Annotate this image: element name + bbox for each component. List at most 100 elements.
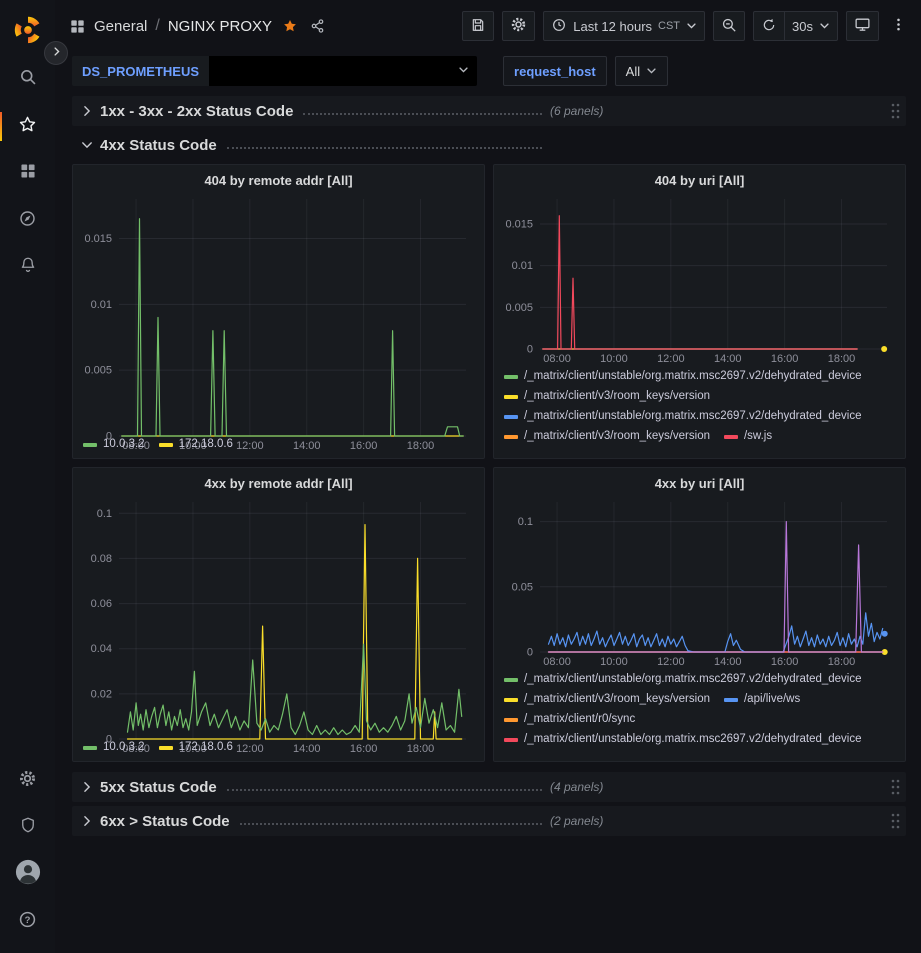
sidebar-item-profile[interactable] (0, 851, 55, 898)
sidebar-item-configuration[interactable] (0, 757, 55, 804)
legend-item[interactable]: /_matrix/client/v3/room_keys/version (504, 427, 710, 446)
chevron-right-icon (51, 44, 62, 62)
shield-icon (19, 816, 37, 839)
variable-ds-label[interactable]: DS_PROMETHEUS (72, 56, 209, 86)
svg-text:08:00: 08:00 (543, 353, 571, 365)
row-left: 4xx Status Code (80, 137, 542, 154)
legend-item[interactable]: /api/live/ws (724, 690, 800, 709)
time-series-chart[interactable]: 08:0010:0012:0014:0016:0018:0000.0050.01… (502, 193, 897, 365)
legend-label: /_matrix/client/v3/room_keys/version (524, 427, 710, 446)
panel-title[interactable]: 404 by uri [All] (502, 169, 897, 193)
svg-text:08:00: 08:00 (122, 440, 150, 452)
panel-4xx-by-remote-addr: 4xx by remote addr [All] 08:0010:0012:00… (72, 467, 485, 762)
variable-request-host-dropdown[interactable]: All (615, 56, 668, 86)
chevron-down-icon (458, 62, 469, 80)
time-series-chart[interactable]: 08:0010:0012:0014:0016:0018:0000.050.1 (502, 496, 897, 668)
time-range-picker[interactable]: Last 12 hours CST (543, 11, 705, 41)
legend-item[interactable]: /_matrix/client/r0/sync (504, 710, 635, 729)
legend-item[interactable]: /_matrix/client/unstable/org.matrix.msc2… (504, 730, 862, 749)
sidebar-item-alerting[interactable] (0, 244, 55, 291)
svg-text:0: 0 (106, 431, 112, 443)
legend-item[interactable]: /_matrix/client/v3/room_keys/version (504, 387, 710, 406)
time-series-chart[interactable]: 08:0010:0012:0014:0016:0018:0000.0050.01… (81, 193, 476, 452)
dashboard-title[interactable]: NGINX PROXY (168, 18, 272, 35)
legend-swatch (504, 375, 518, 379)
breadcrumb-section[interactable]: General (94, 18, 147, 35)
svg-text:0.1: 0.1 (518, 516, 533, 528)
zoom-out-button[interactable] (713, 11, 745, 41)
refresh-interval-select[interactable]: 30s (785, 11, 838, 41)
legend-item[interactable]: /sw.js (724, 427, 772, 446)
svg-text:10:00: 10:00 (179, 743, 207, 755)
variable-request-host-value: All (626, 64, 640, 79)
svg-text:12:00: 12:00 (236, 440, 264, 452)
sidebar-item-dashboards[interactable] (0, 150, 55, 197)
sidebar-expand-toggle[interactable] (44, 41, 68, 65)
chart-legend: /_matrix/client/unstable/org.matrix.msc2… (502, 668, 897, 759)
panel-title[interactable]: 4xx by remote addr [All] (81, 472, 476, 496)
save-dashboard-button[interactable] (462, 11, 494, 41)
legend-swatch (504, 738, 518, 742)
tv-mode-button[interactable] (846, 11, 879, 41)
row-left: 5xx Status Code (80, 779, 542, 796)
panel-404-by-uri: 404 by uri [All] 08:0010:0012:0014:0016:… (493, 164, 906, 459)
legend-label: /_matrix/client/v3/room_keys/version (524, 387, 710, 406)
panel-title[interactable]: 4xx by uri [All] (502, 472, 897, 496)
variable-ds-value-dropdown[interactable] (209, 56, 477, 86)
svg-text:18:00: 18:00 (407, 440, 435, 452)
legend-swatch (724, 698, 738, 702)
main: General / NGINX PROXY (55, 0, 921, 953)
svg-text:10:00: 10:00 (600, 353, 628, 365)
app: ? General / NGINX PROXY (0, 0, 921, 953)
svg-text:12:00: 12:00 (236, 743, 264, 755)
svg-text:0.015: 0.015 (84, 233, 112, 245)
drag-handle-icon[interactable] (890, 778, 900, 796)
dashboard-settings-button[interactable] (502, 11, 535, 41)
star-icon (18, 115, 37, 139)
sidebar-item-search[interactable] (0, 56, 55, 103)
variable-request-host-label[interactable]: request_host (503, 56, 607, 86)
refresh-button[interactable] (753, 11, 785, 41)
compass-icon (18, 209, 37, 233)
sidebar-item-starred[interactable] (0, 103, 55, 150)
svg-text:16:00: 16:00 (771, 353, 799, 365)
variables-bar: DS_PROMETHEUS request_host All (55, 52, 921, 90)
legend-item[interactable]: /_matrix/client/unstable/org.matrix.msc2… (504, 407, 862, 426)
chevron-right-icon (80, 780, 94, 794)
panel-title[interactable]: 404 by remote addr [All] (81, 169, 476, 193)
row-header-4xx[interactable]: 4xx Status Code (72, 130, 906, 160)
legend-label: /_matrix/client/unstable/org.matrix.msc2… (524, 367, 862, 386)
timezone-badge: CST (658, 20, 680, 32)
chevron-down-icon (686, 19, 697, 34)
svg-text:10:00: 10:00 (600, 656, 628, 668)
chevron-right-icon (80, 814, 94, 828)
row-dotted-leader (227, 789, 542, 791)
sidebar-item-server-admin[interactable] (0, 804, 55, 851)
save-icon (470, 17, 486, 36)
legend-item[interactable]: /_matrix/client/v3/room_keys/version (504, 690, 710, 709)
sidebar-item-explore[interactable] (0, 197, 55, 244)
legend-swatch (504, 698, 518, 702)
favorite-star-icon[interactable] (282, 18, 298, 34)
clock-icon (551, 17, 567, 36)
sidebar-item-help[interactable]: ? (0, 898, 55, 945)
breadcrumb-separator: / (155, 17, 159, 35)
legend-item[interactable]: /_matrix/client/unstable/org.matrix.msc2… (504, 367, 862, 386)
chevron-down-icon (80, 138, 94, 152)
grafana-logo-icon[interactable] (10, 12, 46, 48)
svg-text:0: 0 (527, 344, 533, 356)
drag-handle-icon[interactable] (890, 102, 900, 120)
chart-area: 08:0010:0012:0014:0016:0018:0000.050.1 (502, 496, 897, 668)
more-options-button[interactable] (887, 11, 909, 41)
legend-item[interactable]: /_matrix/client/unstable/org.matrix.msc2… (504, 670, 862, 689)
svg-text:0.005: 0.005 (505, 302, 533, 314)
time-series-chart[interactable]: 08:0010:0012:0014:0016:0018:0000.020.040… (81, 496, 476, 755)
svg-text:12:00: 12:00 (657, 353, 685, 365)
share-icon[interactable] (310, 18, 326, 34)
row-header-1xx-3xx-2xx[interactable]: 1xx - 3xx - 2xx Status Code (6 panels) (72, 96, 906, 126)
row-header-6xx[interactable]: 6xx > Status Code (2 panels) (72, 806, 906, 836)
legend-label: /api/live/ws (744, 690, 800, 709)
svg-text:16:00: 16:00 (771, 656, 799, 668)
row-header-5xx[interactable]: 5xx Status Code (4 panels) (72, 772, 906, 802)
drag-handle-icon[interactable] (890, 812, 900, 830)
